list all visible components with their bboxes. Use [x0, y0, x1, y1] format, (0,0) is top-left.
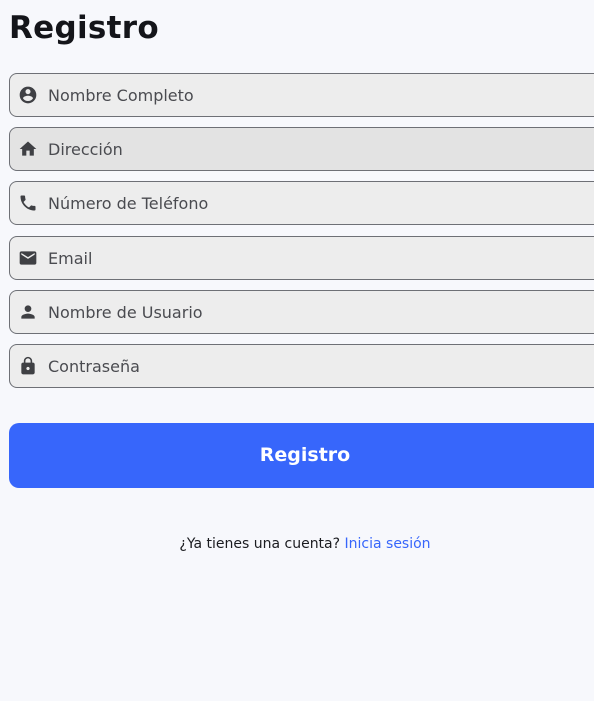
phone-field[interactable]: Número de Teléfono	[9, 181, 594, 225]
register-button[interactable]: Registro	[9, 423, 594, 488]
address-field[interactable]: Dirección	[9, 127, 594, 171]
email-field[interactable]: Email	[9, 236, 594, 280]
login-prompt: ¿Ya tienes una cuenta? Inicia sesión	[0, 536, 594, 552]
full-name-field[interactable]: Nombre Completo	[9, 73, 594, 117]
page-title: Registro	[9, 10, 159, 46]
person-icon	[18, 302, 38, 322]
username-field[interactable]: Nombre de Usuario	[9, 290, 594, 334]
login-link[interactable]: Inicia sesión	[345, 536, 431, 552]
address-placeholder: Dirección	[48, 139, 123, 159]
phone-icon	[18, 193, 38, 213]
register-button-label: Registro	[259, 444, 351, 466]
full-name-placeholder: Nombre Completo	[48, 85, 194, 105]
password-field[interactable]: Contraseña	[9, 344, 594, 388]
home-icon	[18, 139, 38, 159]
lock-icon	[18, 356, 38, 376]
username-placeholder: Nombre de Usuario	[48, 302, 203, 322]
login-prompt-text: ¿Ya tienes una cuenta?	[179, 536, 341, 552]
phone-placeholder: Número de Teléfono	[48, 193, 209, 213]
email-placeholder: Email	[48, 248, 93, 268]
password-placeholder: Contraseña	[48, 356, 140, 376]
mail-icon	[18, 248, 38, 268]
account-circle-icon	[18, 85, 38, 105]
